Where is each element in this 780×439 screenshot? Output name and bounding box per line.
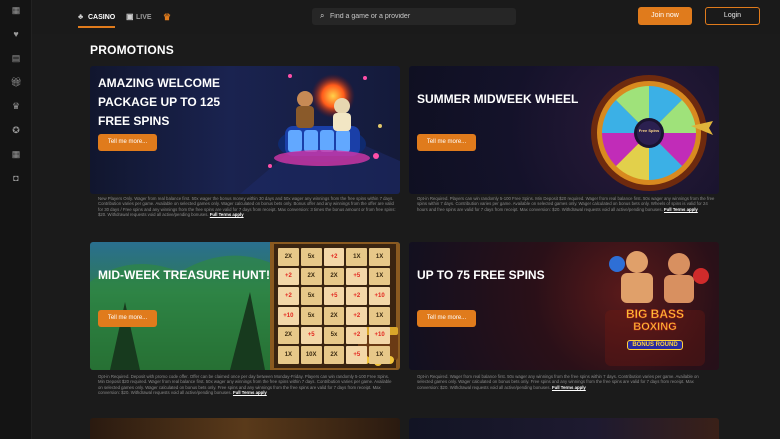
board-tile: 1X bbox=[346, 248, 368, 266]
promo-card-treasure[interactable]: 2X 5x +2 1X 1X +2 2X 2X +5 1X +2 5x +5 +2 +10 +10 5x 2X +2… bbox=[90, 242, 400, 370]
board-tile: +2 bbox=[346, 306, 368, 325]
active-tab-indicator bbox=[78, 26, 116, 28]
board-tile: +10 bbox=[278, 306, 299, 325]
board-tile: +5 bbox=[300, 326, 322, 345]
tab-live-label: LIVE bbox=[136, 14, 152, 21]
board-tile: 1X bbox=[369, 248, 390, 266]
board-tile: +10 bbox=[369, 326, 390, 345]
promo-terms: Opt-in Required. Players can win randoml… bbox=[417, 196, 715, 212]
promo-terms: New Players Only. Wager from real balanc… bbox=[98, 196, 396, 217]
trophy-icon: ♛ bbox=[163, 12, 172, 22]
board-tile: 2X bbox=[278, 326, 299, 345]
board-tile: 5x bbox=[323, 326, 345, 345]
game-logo-line2: BOXING bbox=[633, 321, 677, 334]
board-tile: 5x bbox=[300, 287, 322, 305]
full-terms-link[interactable]: Full Terms apply bbox=[233, 390, 267, 395]
promo-card-boxing[interactable]: BIG BASS BOXING BONUS ROUND UP TO 75 FRE… bbox=[409, 242, 719, 370]
promo-card-peek-left[interactable] bbox=[90, 418, 400, 439]
promo-card-peek-right[interactable] bbox=[409, 418, 719, 439]
tell-me-more-button[interactable]: Tell me more... bbox=[98, 310, 157, 327]
tab-casino[interactable]: ♣ CASINO bbox=[78, 10, 116, 28]
promo-card-welcome[interactable]: AMAZING WELCOME PACKAGE UP TO 125 FREE S… bbox=[90, 66, 400, 194]
promo-title: MID-WEEK TREASURE HUNT! bbox=[98, 268, 270, 282]
apps-icon[interactable]: ▦ bbox=[10, 148, 22, 160]
board-tile: 2X bbox=[300, 267, 322, 286]
promo-title: AMAZING WELCOME PACKAGE UP TO 125 FREE S… bbox=[98, 76, 221, 128]
promo-title: UP TO 75 FREE SPINS bbox=[417, 268, 545, 282]
search-input[interactable] bbox=[330, 8, 510, 25]
game-logo: BIG BASS BOXING BONUS ROUND bbox=[605, 307, 705, 351]
board-tile: +2 bbox=[323, 248, 345, 266]
tab-live[interactable]: ▣ LIVE bbox=[126, 10, 152, 24]
promo-art-wheel bbox=[591, 75, 713, 191]
board-tile: 5x bbox=[300, 306, 322, 325]
board-tile: +5 bbox=[346, 267, 368, 286]
spade-icon: ♣ bbox=[78, 12, 84, 21]
search-bar[interactable]: ⌕ bbox=[312, 8, 516, 25]
chip-icon[interactable]: ✪ bbox=[10, 124, 22, 136]
tell-me-more-button[interactable]: Tell me more... bbox=[98, 134, 157, 151]
tell-me-more-button[interactable]: Tell me more... bbox=[417, 134, 476, 151]
grid-icon[interactable]: ▦ bbox=[10, 4, 22, 16]
trophy-icon[interactable]: ♛ bbox=[10, 100, 22, 112]
board-tile: +2 bbox=[278, 287, 299, 305]
login-button[interactable]: Login bbox=[705, 7, 760, 25]
scrollbar[interactable] bbox=[776, 34, 780, 439]
board-tile: 2X bbox=[323, 267, 345, 286]
game-logo-line1: BIG BASS bbox=[625, 307, 685, 321]
sidebar: ▦ ♥ ▤ 🎁︎ ♛ ✪ ▦ ◘ bbox=[0, 0, 32, 439]
heart-icon[interactable]: ♥ bbox=[10, 28, 22, 40]
board-tile: 1X bbox=[369, 346, 390, 364]
board-tile: +5 bbox=[323, 287, 345, 305]
board-tile: 10X bbox=[300, 346, 322, 364]
board-tile: 2X bbox=[278, 248, 299, 266]
board-tile: 2X bbox=[323, 306, 345, 325]
board-tile: +2 bbox=[278, 267, 299, 286]
gift-icon[interactable]: 🎁︎ bbox=[10, 76, 22, 88]
board-tile: 1X bbox=[369, 267, 390, 286]
promo-terms: Opt-in Required. Deposit with promo code… bbox=[98, 374, 396, 395]
live-card-icon: ▣ bbox=[126, 12, 134, 21]
board-tile: 1X bbox=[369, 306, 390, 325]
full-terms-link[interactable]: Full Terms apply bbox=[210, 212, 244, 217]
tab-tournaments[interactable]: ♛ bbox=[163, 10, 171, 24]
wheel-center-label: Free Spins bbox=[638, 128, 660, 133]
tab-casino-label: CASINO bbox=[88, 14, 116, 21]
full-terms-link[interactable]: Full Terms apply bbox=[664, 207, 698, 212]
game-logo-line3: BONUS ROUND bbox=[627, 340, 683, 350]
search-icon: ⌕ bbox=[320, 11, 325, 20]
board-tile: +2 bbox=[346, 326, 368, 345]
page-title: PROMOTIONS bbox=[90, 43, 175, 57]
board-tile: 1X bbox=[278, 346, 299, 364]
full-terms-link[interactable]: Full Terms apply bbox=[552, 385, 586, 390]
promo-title: SUMMER MIDWEEK WHEEL bbox=[417, 92, 579, 106]
board-tile: +5 bbox=[346, 346, 368, 364]
top-header: ♣ CASINO ▣LIVE ♛ ⌕ Join now Login bbox=[32, 0, 780, 34]
join-now-button[interactable]: Join now bbox=[638, 7, 692, 25]
promo-terms: Opt-in Required. Wager from real balance… bbox=[417, 374, 715, 390]
promo-card-wheel[interactable]: Free Spins SUMMER MIDWEEK WHEEL Tell me … bbox=[409, 66, 719, 194]
chat-icon[interactable]: ◘ bbox=[10, 172, 22, 184]
table-icon[interactable]: ▤ bbox=[10, 52, 22, 64]
board-tile: 5x bbox=[300, 248, 322, 266]
board-tile: +10 bbox=[369, 287, 390, 305]
treasure-board: 2X 5x +2 1X 1X +2 2X 2X +5 1X +2 5x +5 +2 +10 +10 5x 2X +2… bbox=[278, 248, 390, 364]
terms-text: New Players Only. Wager from real balanc… bbox=[98, 196, 396, 217]
tell-me-more-button[interactable]: Tell me more... bbox=[417, 310, 476, 327]
board-tile: 2X bbox=[323, 346, 345, 364]
board-tile: +2 bbox=[346, 287, 368, 305]
